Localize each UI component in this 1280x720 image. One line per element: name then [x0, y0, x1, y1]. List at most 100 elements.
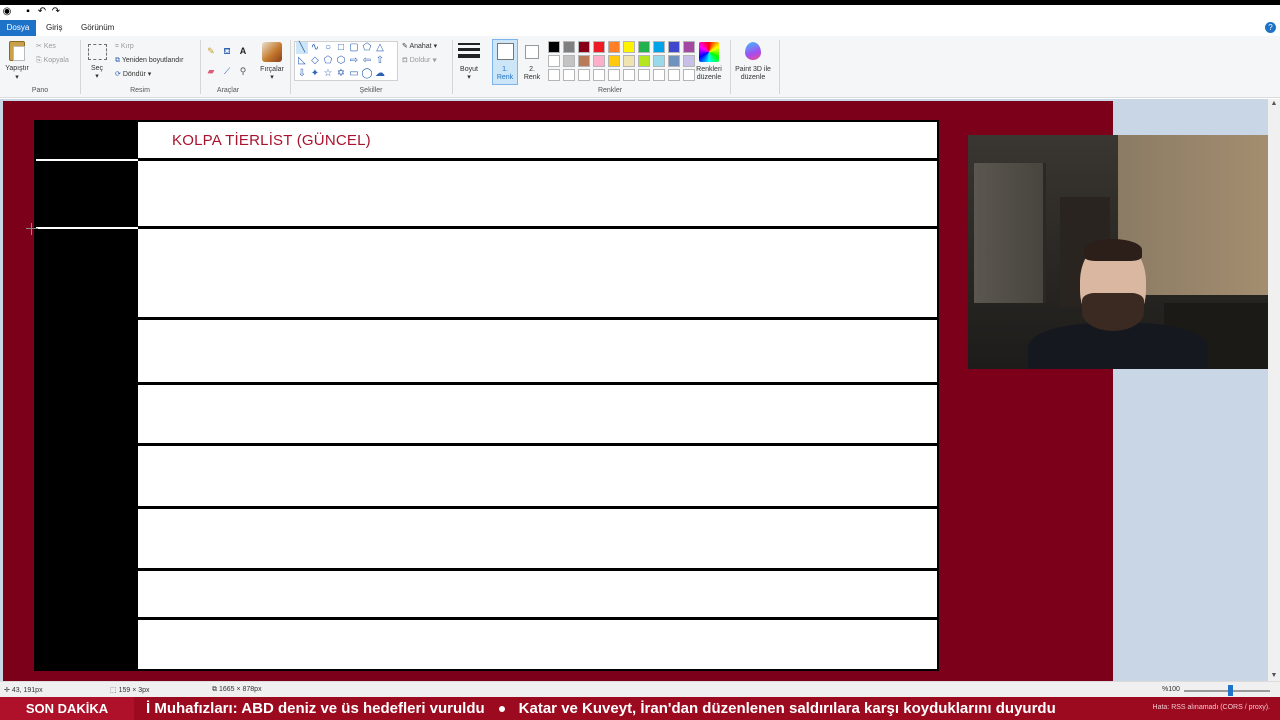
zoom-slider-thumb[interactable]: [1228, 685, 1233, 696]
edit-colors-label-line1[interactable]: Renkleri: [692, 66, 726, 74]
palette-color-swatch[interactable]: [563, 55, 575, 67]
palette-color-swatch[interactable]: [623, 41, 635, 53]
down-arrow-shape-icon[interactable]: ⇩: [296, 68, 308, 80]
color-picker-icon[interactable]: ⟋: [222, 66, 232, 76]
right-arrow-shape-icon[interactable]: ⇨: [348, 55, 360, 67]
copy-button[interactable]: ⎘ Kopyala: [36, 56, 69, 66]
palette-color-swatch[interactable]: [548, 55, 560, 67]
palette-color-swatch[interactable]: [593, 69, 605, 81]
cloud-callout-shape-icon[interactable]: ☁: [374, 68, 386, 80]
undo-icon[interactable]: ↶: [37, 7, 47, 17]
paint3d-icon[interactable]: [745, 42, 761, 60]
tab-view[interactable]: Görünüm: [73, 20, 122, 36]
up-arrow-shape-icon[interactable]: ⇧: [374, 55, 386, 67]
save-icon[interactable]: ▪: [23, 7, 33, 17]
help-icon[interactable]: ?: [1265, 22, 1276, 33]
palette-color-swatch[interactable]: [638, 69, 650, 81]
curve-shape-icon[interactable]: ∿: [309, 42, 321, 54]
palette-color-swatch[interactable]: [563, 69, 575, 81]
palette-color-swatch[interactable]: [563, 41, 575, 53]
magnifier-icon[interactable]: ⚲: [238, 66, 248, 76]
crop-button[interactable]: ⌗ Kırp: [115, 42, 134, 52]
pencil-icon[interactable]: ✎: [206, 46, 216, 56]
line-size-icon[interactable]: [458, 43, 480, 61]
left-arrow-shape-icon[interactable]: ⇦: [361, 55, 373, 67]
palette-color-swatch[interactable]: [638, 41, 650, 53]
rotate-button[interactable]: ⟳ Döndür ▾: [115, 70, 151, 80]
palette-color-swatch[interactable]: [608, 55, 620, 67]
zoom-slider-track[interactable]: [1184, 690, 1270, 692]
tools-group-label: Araçlar: [216, 87, 240, 94]
palette-color-swatch[interactable]: [548, 69, 560, 81]
vertical-scrollbar[interactable]: ▲ ▼: [1268, 99, 1280, 681]
palette-color-swatch[interactable]: [623, 55, 635, 67]
brushes-button[interactable]: Fırçalar: [256, 66, 288, 74]
chevron-down-icon[interactable]: ▾: [465, 74, 473, 82]
triangle-shape-icon[interactable]: △: [374, 42, 386, 54]
separator: [80, 40, 81, 94]
fill-button[interactable]: ⛾ Doldur ▾: [402, 56, 437, 66]
palette-color-swatch[interactable]: [608, 69, 620, 81]
cursor-position: ✛ 43, 191px: [4, 686, 43, 694]
scroll-up-icon[interactable]: ▲: [1268, 99, 1280, 109]
polygon-shape-icon[interactable]: ⬠: [361, 42, 373, 54]
resize-button[interactable]: ⧉ Yeniden boyutlandır: [115, 56, 183, 66]
callout-rect-shape-icon[interactable]: ▭: [348, 68, 360, 80]
oval-shape-icon[interactable]: ○: [322, 42, 334, 54]
paint3d-label-line2[interactable]: düzenle: [732, 74, 774, 82]
palette-color-swatch[interactable]: [668, 69, 680, 81]
palette-color-swatch[interactable]: [593, 41, 605, 53]
chevron-down-icon[interactable]: ▾: [268, 74, 276, 82]
palette-color-swatch[interactable]: [668, 55, 680, 67]
cut-button[interactable]: ✂ Kes: [36, 42, 56, 52]
paste-icon[interactable]: [9, 41, 25, 61]
eraser-icon[interactable]: ▰: [206, 66, 216, 76]
edit-colors-icon[interactable]: [699, 42, 719, 62]
palette-color-swatch[interactable]: [578, 55, 590, 67]
rectangle-shape-icon[interactable]: □: [335, 42, 347, 54]
brushes-icon[interactable]: [262, 42, 282, 62]
palette-color-swatch[interactable]: [608, 41, 620, 53]
right-triangle-shape-icon[interactable]: ◺: [296, 55, 308, 67]
palette-color-swatch[interactable]: [653, 69, 665, 81]
hexagon-shape-icon[interactable]: ⬡: [335, 55, 347, 67]
separator: [200, 40, 201, 94]
diamond-shape-icon[interactable]: ◇: [309, 55, 321, 67]
chevron-down-icon[interactable]: ▾: [93, 73, 101, 81]
palette-color-swatch[interactable]: [623, 69, 635, 81]
redo-icon[interactable]: ↷: [51, 7, 61, 17]
select-button[interactable]: Seç: [86, 65, 108, 73]
tab-home[interactable]: Giriş: [38, 20, 70, 36]
chevron-down-icon[interactable]: ▾: [13, 74, 21, 82]
tier-row-line: [138, 506, 938, 509]
rounded-rectangle-shape-icon[interactable]: ▢: [348, 42, 360, 54]
four-point-star-shape-icon[interactable]: ✦: [309, 68, 321, 80]
scroll-down-icon[interactable]: ▼: [1268, 671, 1280, 681]
palette-color-swatch[interactable]: [653, 55, 665, 67]
line-shape-icon[interactable]: ╲: [296, 42, 308, 54]
webcam-overlay: [968, 135, 1280, 369]
palette-color-swatch[interactable]: [593, 55, 605, 67]
palette-color-swatch[interactable]: [548, 41, 560, 53]
paint3d-label-line1[interactable]: Paint 3D ile: [732, 66, 774, 74]
size-button[interactable]: Boyut: [454, 66, 484, 74]
fill-bucket-icon[interactable]: ⛾: [222, 46, 232, 56]
palette-color-swatch[interactable]: [683, 41, 695, 53]
paste-button[interactable]: Yapıştır: [4, 65, 30, 73]
paint-app-icon[interactable]: ◉: [2, 7, 12, 17]
palette-color-swatch[interactable]: [578, 41, 590, 53]
shapes-group-label: Şekiller: [359, 87, 383, 94]
outline-button[interactable]: ✎ Anahat ▾: [402, 42, 437, 52]
select-icon[interactable]: [88, 44, 107, 60]
palette-color-swatch[interactable]: [638, 55, 650, 67]
palette-color-swatch[interactable]: [653, 41, 665, 53]
palette-color-swatch[interactable]: [578, 69, 590, 81]
pentagon-shape-icon[interactable]: ⬠: [322, 55, 334, 67]
palette-color-swatch[interactable]: [668, 41, 680, 53]
callout-oval-shape-icon[interactable]: ◯: [361, 68, 373, 80]
edit-colors-label-line2[interactable]: düzenle: [692, 74, 726, 82]
six-point-star-shape-icon[interactable]: ✡: [335, 68, 347, 80]
tab-file[interactable]: Dosya: [0, 20, 36, 36]
text-tool-icon[interactable]: A: [238, 46, 248, 56]
five-point-star-shape-icon[interactable]: ☆: [322, 68, 334, 80]
